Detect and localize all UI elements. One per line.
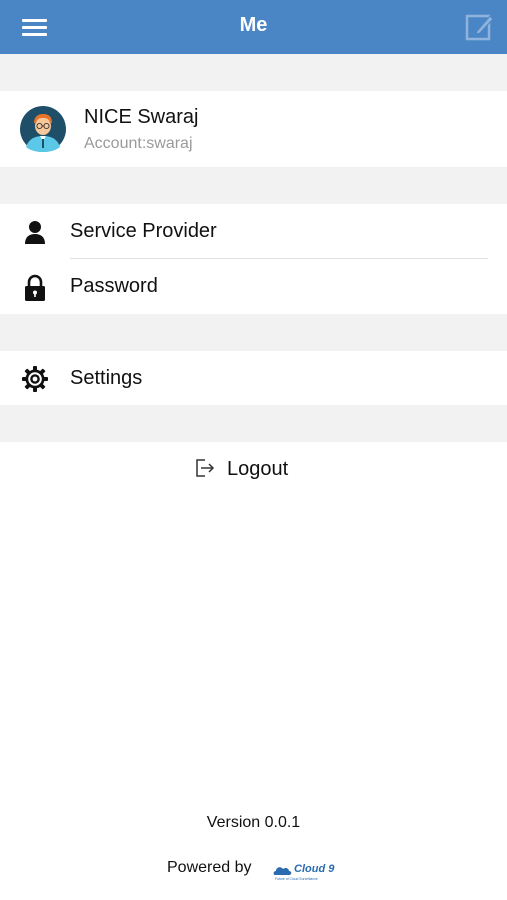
- section-gap: [0, 54, 507, 91]
- settings-row[interactable]: Settings: [0, 351, 507, 406]
- settings-section: Settings: [0, 351, 507, 405]
- version-text: Version 0.0.1: [206, 814, 301, 831]
- person-icon: [22, 219, 48, 245]
- avatar-icon: [20, 106, 66, 152]
- cloud9-logo: Cloud 9 Future of Cloud Surveillance: [272, 856, 344, 882]
- service-provider-label: Service Provider: [70, 220, 217, 242]
- navigation-bar: Me: [0, 0, 507, 54]
- profile-name: NICE Swaraj: [84, 106, 199, 128]
- logo-text: Cloud 9: [294, 863, 335, 875]
- section-gap: [0, 314, 507, 351]
- settings-label: Settings: [70, 367, 143, 389]
- logout-button[interactable]: Logout: [180, 455, 330, 487]
- profile-card[interactable]: NICE Swaraj Account:swaraj: [0, 91, 507, 167]
- password-row[interactable]: Password: [0, 259, 507, 314]
- logout-icon: [194, 457, 216, 479]
- logout-label: Logout: [227, 458, 289, 480]
- logo-tagline: Future of Cloud Surveillance: [275, 877, 318, 881]
- section-gap: [0, 405, 507, 442]
- service-provider-row[interactable]: Service Provider: [0, 204, 507, 259]
- page-title: Me: [239, 14, 268, 36]
- account-section: Service Provider Password: [0, 204, 507, 314]
- profile-account: Account:swaraj: [84, 135, 193, 152]
- gear-icon: [22, 366, 48, 392]
- lock-icon: [22, 274, 48, 301]
- edit-icon[interactable]: [464, 11, 496, 43]
- section-gap: [0, 167, 507, 204]
- powered-by-text: Powered by: [167, 859, 252, 876]
- password-label: Password: [70, 275, 158, 297]
